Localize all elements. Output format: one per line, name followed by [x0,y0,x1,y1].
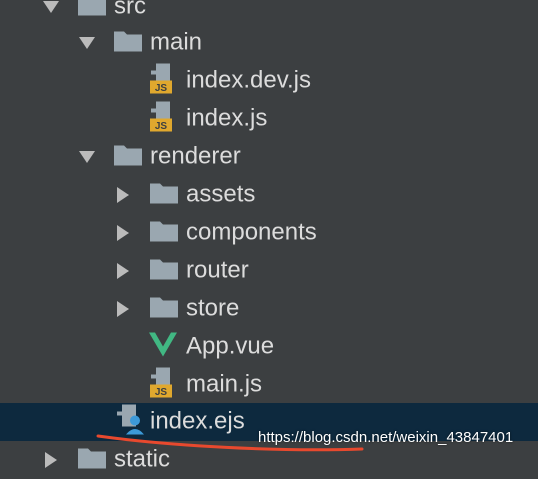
tree-item-store[interactable]: store [0,290,538,328]
tree-item-router[interactable]: router [0,252,538,290]
tree-item-label: store [186,294,240,322]
tree-item-components[interactable]: components [0,214,538,252]
ejs-file-icon [116,404,144,440]
folder-icon [150,296,178,323]
tree-item-index-js[interactable]: JS index.js [0,100,538,138]
tree-item-assets[interactable]: assets [0,176,538,214]
folder-icon [150,182,178,209]
collapse-arrow-icon[interactable] [117,225,129,241]
expand-arrow-icon[interactable] [79,37,95,49]
js-file-icon: JS [150,101,176,137]
tree-item-label: index.ejs [150,407,245,435]
watermark-text: https://blog.csdn.net/weixin_43847401 [258,429,514,446]
collapse-arrow-icon[interactable] [117,263,129,279]
folder-icon [114,144,142,171]
expand-arrow-icon[interactable] [43,1,59,13]
tree-item-main[interactable]: main [0,24,538,62]
svg-text:JS: JS [155,83,168,94]
folder-icon [150,220,178,247]
tree-item-app-vue[interactable]: App.vue [0,328,538,366]
folder-icon [78,0,106,21]
js-file-icon: JS [150,367,176,403]
tree-item-src[interactable]: src [0,0,538,26]
tree-item-index-dev-js[interactable]: JS index.dev.js [0,62,538,100]
expand-arrow-icon[interactable] [79,151,95,163]
svg-text:JS: JS [155,121,168,132]
tree-item-label: router [186,256,249,284]
folder-icon [78,447,106,474]
tree-item-renderer[interactable]: renderer [0,138,538,176]
tree-item-label: main [150,28,203,56]
js-file-icon: JS [150,63,176,99]
tree-item-label: index.dev.js [186,66,311,94]
tree-item-label: static [114,445,171,473]
tree-item-label: components [186,218,317,246]
collapse-arrow-icon[interactable] [45,452,57,468]
tree-item-label: renderer [150,142,241,170]
tree-item-label: main.js [186,370,263,398]
vue-file-icon [149,332,177,362]
folder-icon [150,258,178,285]
tree-item-label: src [114,0,146,20]
collapse-arrow-icon[interactable] [117,187,129,203]
tree-item-label: assets [186,180,256,208]
tree-item-label: App.vue [186,332,275,360]
folder-icon [114,30,142,57]
tree-item-label: index.js [186,104,268,132]
svg-text:JS: JS [155,387,168,398]
tree-item-main-js[interactable]: JS main.js [0,366,538,404]
collapse-arrow-icon[interactable] [117,301,129,317]
project-file-tree: src main JS index.dev.js JS index.js ren… [0,0,538,472]
